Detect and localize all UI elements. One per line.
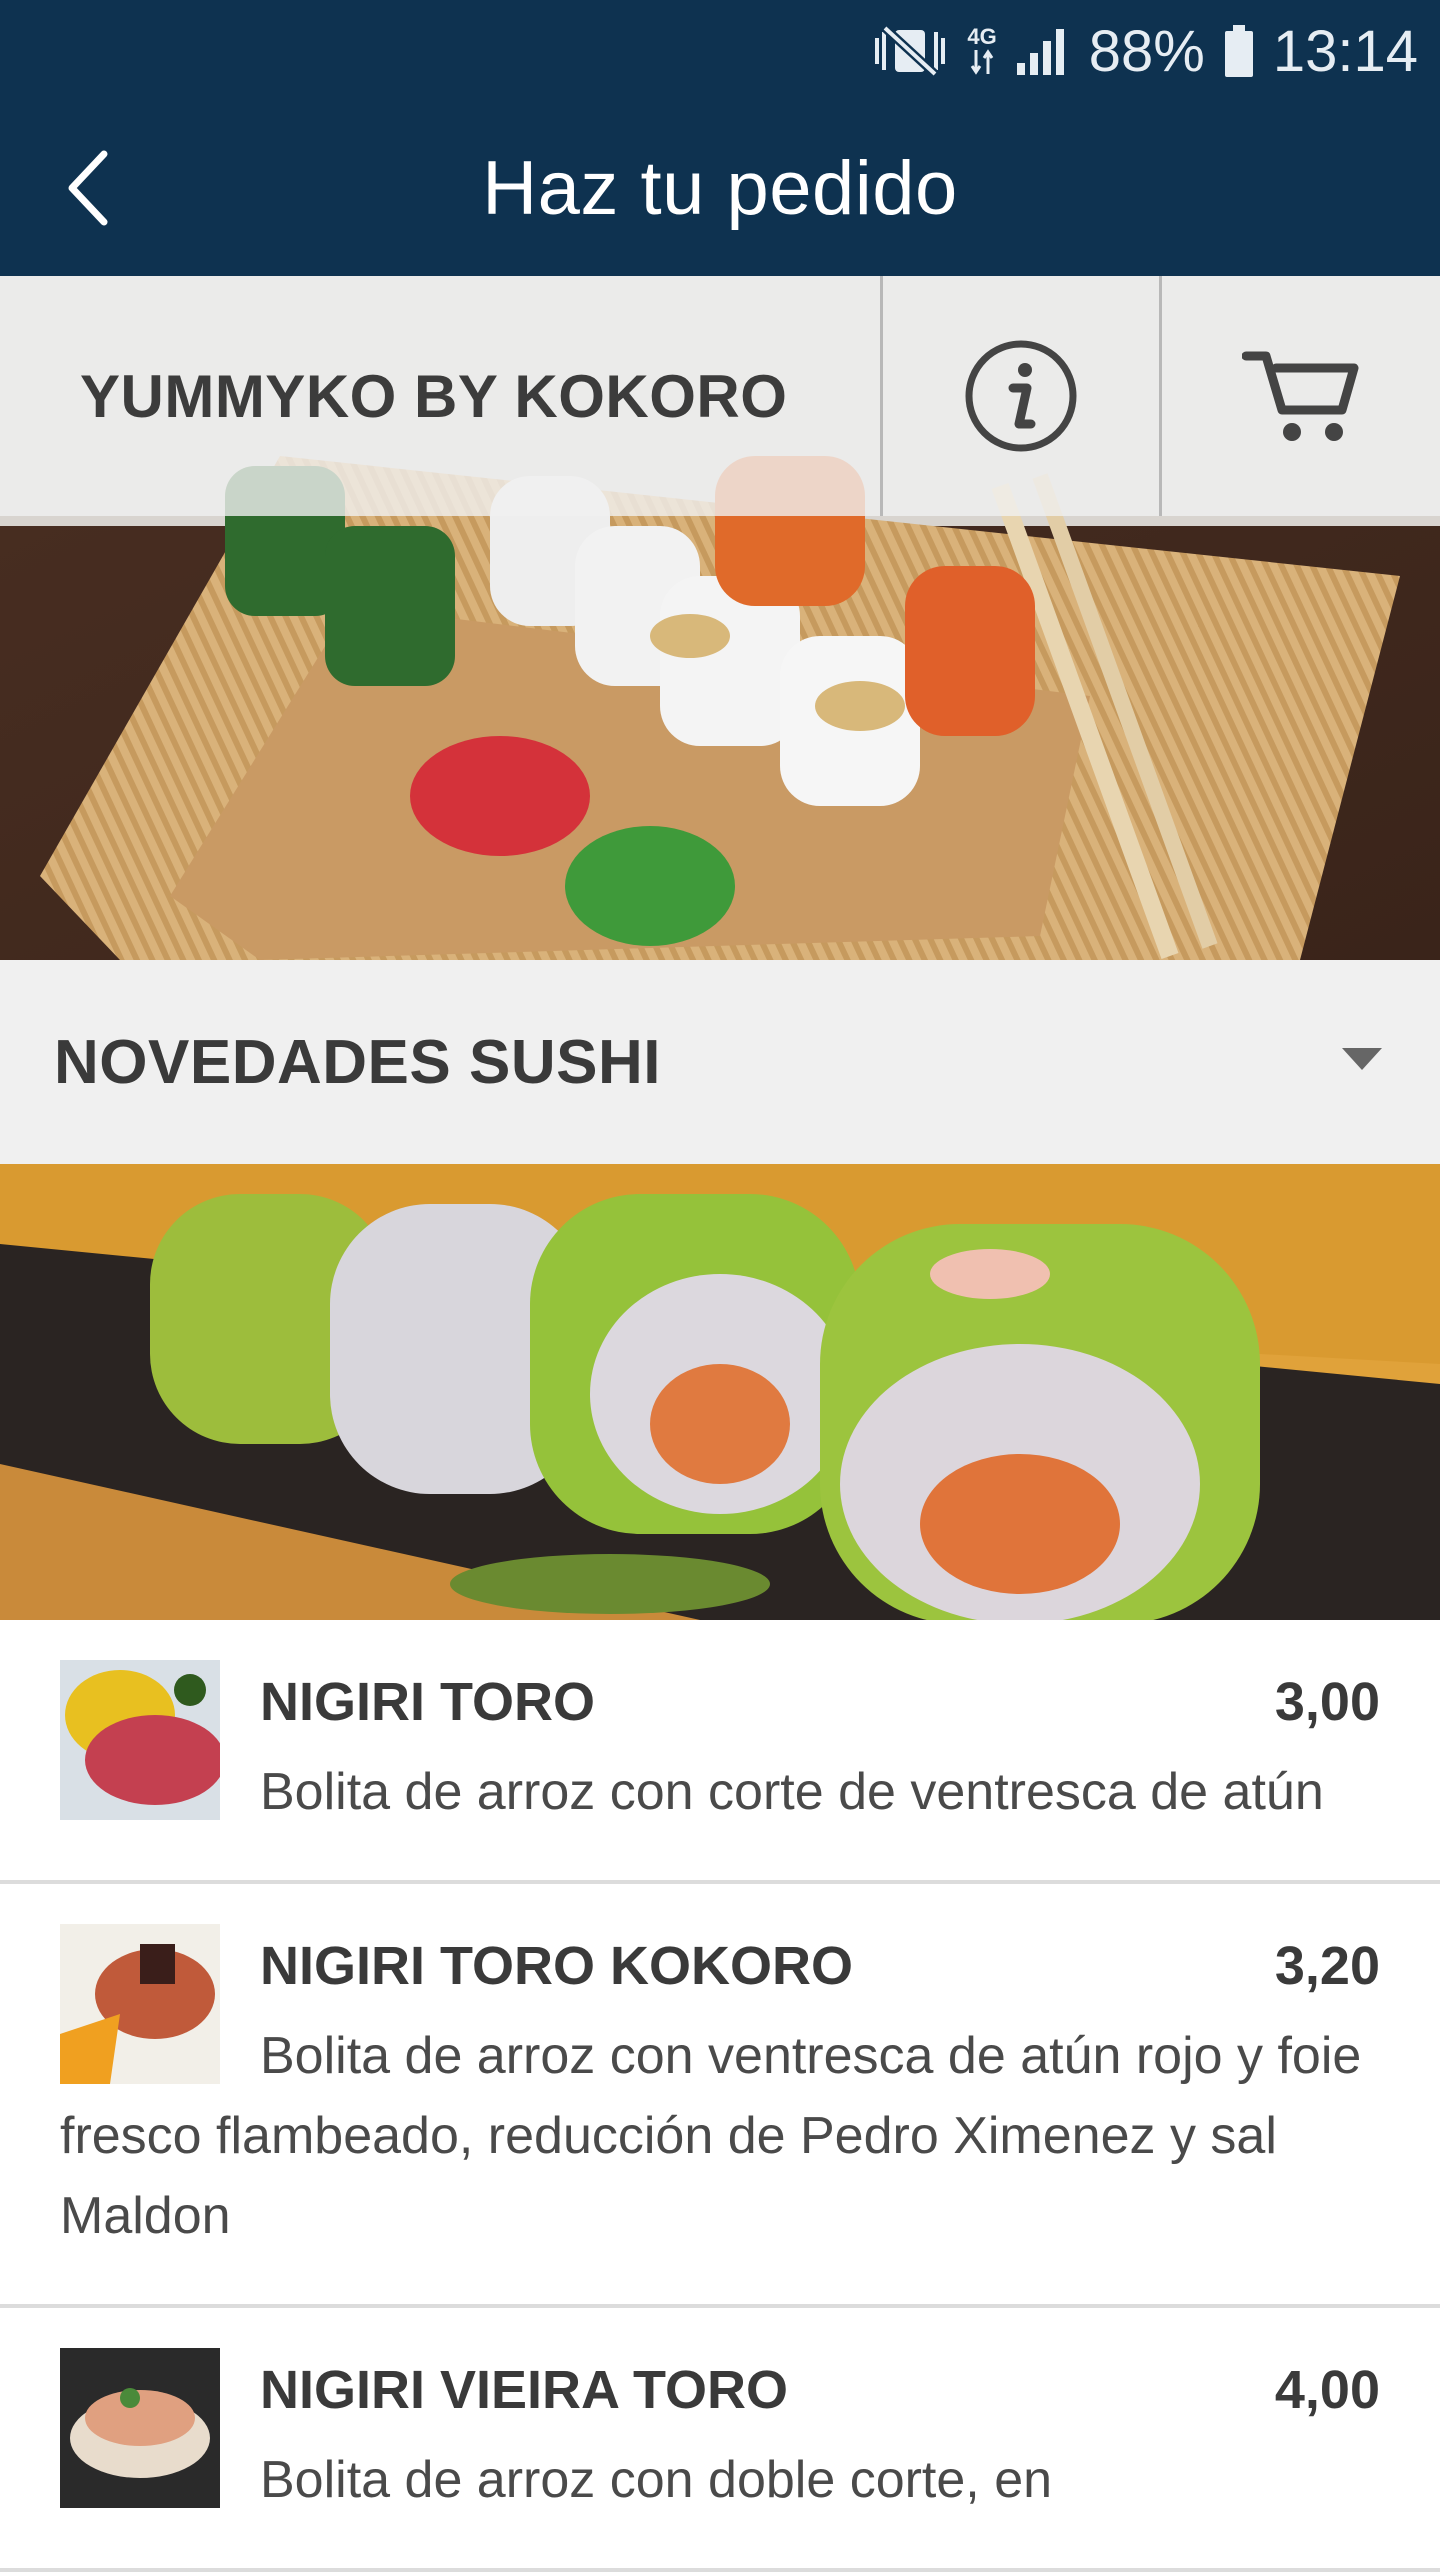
cart-icon xyxy=(1242,351,1359,441)
menu-item[interactable]: NIGIRI TORO 3,00 Bolita de arroz con cor… xyxy=(0,1620,1440,1884)
menu-item-list: NIGIRI TORO 3,00 Bolita de arroz con cor… xyxy=(0,1620,1440,2572)
item-thumbnail xyxy=(60,1660,220,1820)
caret-down-icon xyxy=(1342,1048,1382,1070)
restaurant-header: YUMMYKO BY KOKORO xyxy=(0,276,1440,960)
item-thumbnail xyxy=(60,2348,220,2508)
mute-vibrate-icon xyxy=(871,24,949,78)
app-bar: Haz tu pedido xyxy=(0,100,1440,276)
menu-item[interactable]: NIGIRI VIEIRA TORO 4,00 Bolita de arroz … xyxy=(0,2308,1440,2572)
category-banner-image xyxy=(0,1164,1440,1620)
info-icon xyxy=(965,340,1077,452)
network-type-label: 4G xyxy=(967,24,997,49)
item-price: 4,00 xyxy=(1274,2360,1380,2420)
item-price: 3,20 xyxy=(1274,1936,1380,1996)
item-description: Bolita de arroz con doble corte, en xyxy=(260,2451,1053,2509)
chevron-left-icon xyxy=(68,150,108,226)
status-icons: 4G 88% 13:14 xyxy=(871,16,1418,86)
back-button[interactable] xyxy=(40,140,136,236)
category-dropdown[interactable]: NOVEDADES SUSHI xyxy=(0,960,1440,1164)
item-price: 3,00 xyxy=(1274,1672,1380,1732)
network-type-icon: 4G xyxy=(967,24,997,76)
item-name: NIGIRI TORO KOKORO xyxy=(260,1936,854,1996)
category-label: NOVEDADES SUSHI xyxy=(54,1027,661,1097)
status-bar: 4G 88% 13:14 xyxy=(0,0,1440,100)
item-description: Bolita de arroz con corte de ventresca d… xyxy=(260,1763,1324,1821)
menu-item[interactable]: NIGIRI TORO KOKORO 3,20 Bolita de arroz … xyxy=(0,1884,1440,2308)
restaurant-name: YUMMYKO BY KOKORO xyxy=(80,362,788,430)
signal-icon xyxy=(1015,25,1071,77)
item-description: Bolita de arroz con ventresca de atún ro… xyxy=(60,2027,1362,2245)
battery-icon xyxy=(1223,23,1255,79)
cart-button[interactable] xyxy=(1162,276,1440,516)
item-name: NIGIRI TORO xyxy=(260,1672,596,1732)
page-title: Haz tu pedido xyxy=(482,145,958,231)
battery-percent: 88% xyxy=(1088,18,1205,84)
info-button[interactable] xyxy=(883,276,1159,516)
clock: 13:14 xyxy=(1272,18,1418,84)
restaurant-bar: YUMMYKO BY KOKORO xyxy=(0,276,1440,516)
item-thumbnail xyxy=(60,1924,220,2084)
item-name: NIGIRI VIEIRA TORO xyxy=(260,2360,789,2420)
